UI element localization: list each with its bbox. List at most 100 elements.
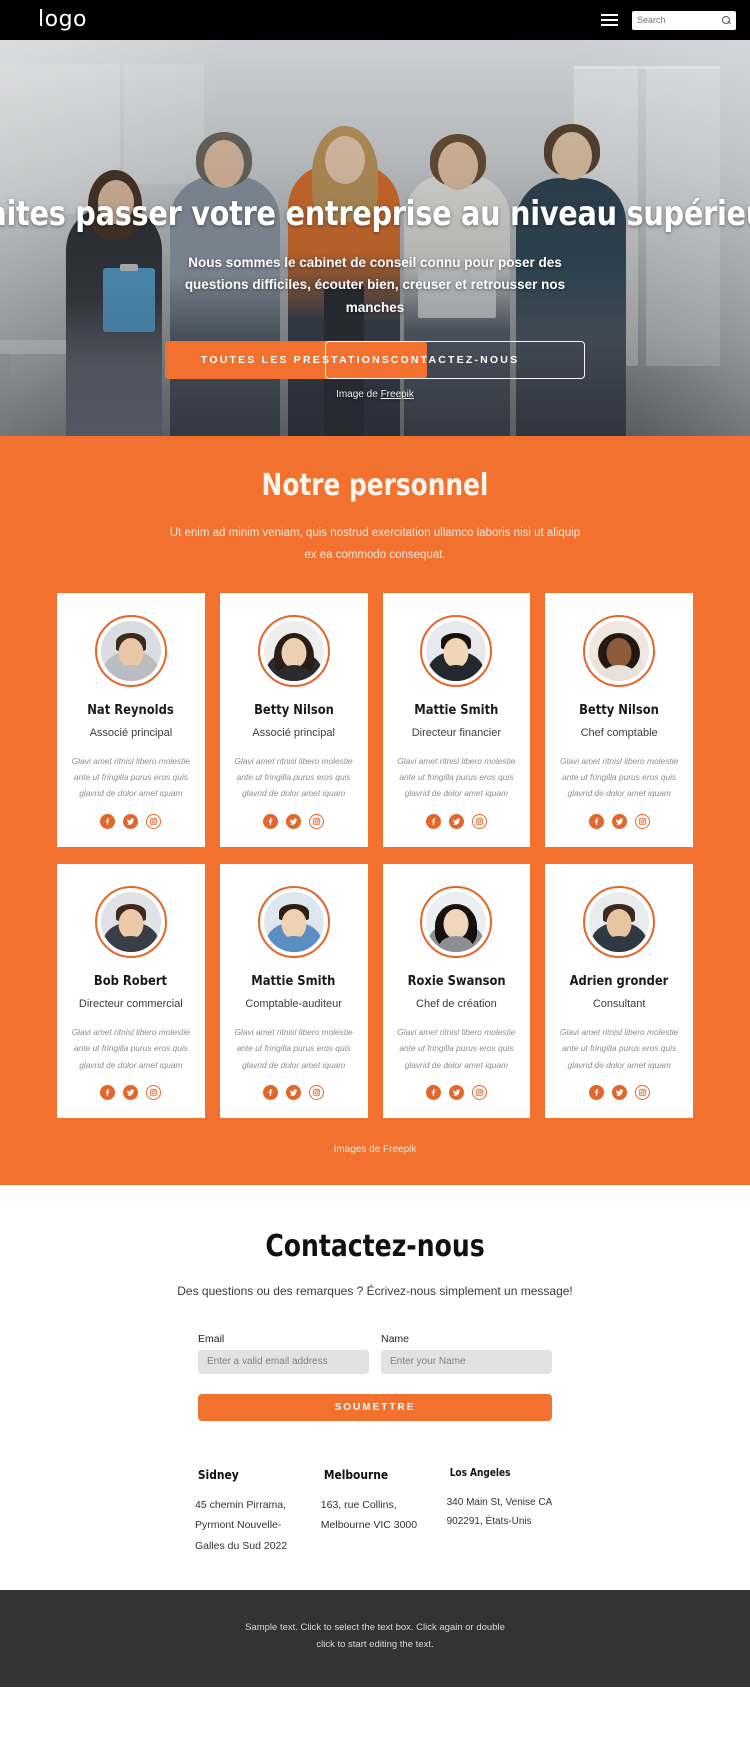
contact-subtitle: Des questions ou des remarques ? Écrivez… [177, 1284, 573, 1299]
member-role: Directeur financier [411, 726, 501, 739]
form-fields-row: Email Name [198, 1333, 552, 1374]
site-logo[interactable]: logo [38, 9, 87, 31]
instagram-icon[interactable] [309, 813, 325, 829]
hero-credit-text: Image de [336, 389, 381, 400]
twitter-icon[interactable] [286, 1085, 302, 1101]
member-social-links [100, 802, 162, 829]
office-address: Melbourne 163, rue Collins, Melbourne VIC… [321, 1467, 435, 1556]
instagram-icon[interactable] [146, 813, 162, 829]
office-city: Los Angeles [449, 1466, 511, 1479]
contact-us-button[interactable]: CONTACTEZ-NOUS [325, 340, 585, 379]
team-member-card: Betty Nilson Chef comptable Glavi amet rit… [545, 592, 693, 847]
team-subtitle: Ut enim ad minim veniam, quis nostrud ex… [169, 527, 581, 561]
member-name: Adrien gronder [569, 972, 669, 989]
twitter-icon[interactable] [286, 813, 302, 829]
instagram-icon[interactable] [146, 1085, 162, 1101]
footer-line-2: click to start editing the text. [316, 1638, 434, 1650]
member-description: Glavi amet ritnisl libero molestie ante … [234, 1026, 353, 1070]
team-image-credit: Images de Freepik [333, 1144, 417, 1156]
avatar [94, 614, 167, 687]
office-addresses: Sidney 45 chemin Pirrama, Pyrmont Nouvell… [195, 1467, 555, 1556]
hero-title: Faites passer votre entreprise au niveau… [0, 194, 750, 234]
instagram-icon[interactable] [634, 813, 650, 829]
twitter-icon[interactable] [123, 813, 139, 829]
avatar [583, 885, 656, 958]
member-social-links [425, 802, 487, 829]
facebook-icon[interactable] [100, 813, 116, 829]
name-input[interactable] [381, 1349, 552, 1374]
team-member-card: Mattie Smith Comptable-auditeur Glavi amet… [219, 863, 368, 1119]
member-social-links [100, 1073, 162, 1101]
member-name: Betty Nilson [579, 701, 660, 718]
member-description: Glavi amet ritnisl libero molestie ante … [234, 755, 353, 799]
member-social-links [263, 1073, 325, 1101]
facebook-icon[interactable] [425, 813, 441, 829]
instagram-icon[interactable] [309, 1085, 325, 1101]
email-label: Email [198, 1332, 225, 1345]
name-label: Name [381, 1332, 410, 1345]
twitter-icon[interactable] [123, 1085, 139, 1101]
team-member-card: Adrien gronder Consultant Glavi amet ritni… [545, 863, 693, 1119]
site-header: logo [0, 0, 750, 40]
hero-content: Faites passer votre entreprise au niveau… [0, 40, 750, 436]
hero-banner: Faites passer votre entreprise au niveau… [0, 40, 750, 436]
twitter-icon[interactable] [611, 1085, 627, 1101]
avatar [583, 614, 656, 687]
facebook-icon[interactable] [100, 1085, 116, 1101]
avatar [420, 614, 493, 687]
member-role: Associé principal [89, 726, 173, 739]
submit-button[interactable]: SOUMETTRE [198, 1393, 552, 1421]
contact-section: Contactez-nous Des questions ou des rema… [0, 1185, 750, 1591]
team-title: Notre personnel [261, 468, 489, 503]
member-description: Glavi amet ritnisl libero molestie ante … [71, 755, 190, 799]
twitter-icon[interactable] [448, 1085, 464, 1101]
office-city: Sidney [197, 1466, 239, 1482]
office-address: Sidney 45 chemin Pirrama, Pyrmont Nouvell… [195, 1467, 309, 1556]
office-lines: 45 chemin Pirrama, Pyrmont Nouvelle-Gall… [195, 1498, 288, 1552]
search-icon[interactable] [722, 15, 731, 25]
member-social-links [588, 1073, 650, 1101]
facebook-icon[interactable] [588, 1085, 604, 1101]
facebook-icon[interactable] [263, 813, 279, 829]
search-input[interactable] [637, 15, 722, 25]
twitter-icon[interactable] [611, 813, 627, 829]
office-city: Melbourne [323, 1466, 388, 1482]
header-right-group [601, 10, 736, 30]
member-name: Betty Nilson [253, 701, 334, 718]
member-social-links [588, 802, 650, 829]
name-field-group: Name [381, 1333, 552, 1374]
search-box[interactable] [632, 10, 736, 30]
email-field-group: Email [198, 1333, 369, 1374]
team-member-card: Mattie Smith Directeur financier Glavi ame… [382, 592, 531, 847]
member-name: Roxie Swanson [407, 972, 506, 989]
twitter-icon[interactable] [448, 813, 464, 829]
page-root: logo Search Faites passer votre entrepri… [0, 0, 750, 1688]
member-description: Glavi amet ritnisl libero molestie ante … [397, 755, 516, 799]
instagram-icon[interactable] [471, 813, 487, 829]
member-role: Directeur commercial [78, 997, 183, 1010]
team-member-card: Bob Robert Directeur commercial Glavi amet… [57, 863, 205, 1119]
member-role: Associé principal [252, 726, 335, 739]
hero-subtitle: Nous sommes le cabinet de conseil connu … [184, 255, 566, 315]
contact-title: Contactez-nous [265, 1229, 485, 1265]
facebook-icon[interactable] [588, 813, 604, 829]
office-address: Los Angeles 340 Main St, Venise CA 902291… [447, 1467, 555, 1556]
freepik-link[interactable]: Freepik [381, 389, 414, 400]
instagram-icon[interactable] [634, 1085, 650, 1101]
facebook-icon[interactable] [425, 1085, 441, 1101]
member-role: Consultant [592, 997, 646, 1010]
member-description: Glavi amet ritnisl libero molestie ante … [560, 1026, 679, 1070]
hamburger-icon[interactable] [601, 14, 618, 26]
office-lines: 163, rue Collins, Melbourne VIC 3000 [320, 1498, 418, 1532]
facebook-icon[interactable] [263, 1085, 279, 1101]
member-role: Chef de création [416, 997, 497, 1010]
footer-line-1: Sample text. Click to select the text bo… [245, 1622, 505, 1634]
team-member-card: Betty Nilson Associé principal Glavi amet … [219, 592, 368, 847]
email-input[interactable] [198, 1349, 369, 1374]
hero-button-group: TOUTES LES PRESTATIONS CONTACTEZ-NOUS [165, 340, 585, 379]
member-social-links [263, 802, 325, 829]
member-description: Glavi amet ritnisl libero molestie ante … [71, 1026, 190, 1070]
avatar [257, 885, 330, 958]
instagram-icon[interactable] [471, 1085, 487, 1101]
avatar [94, 885, 167, 958]
